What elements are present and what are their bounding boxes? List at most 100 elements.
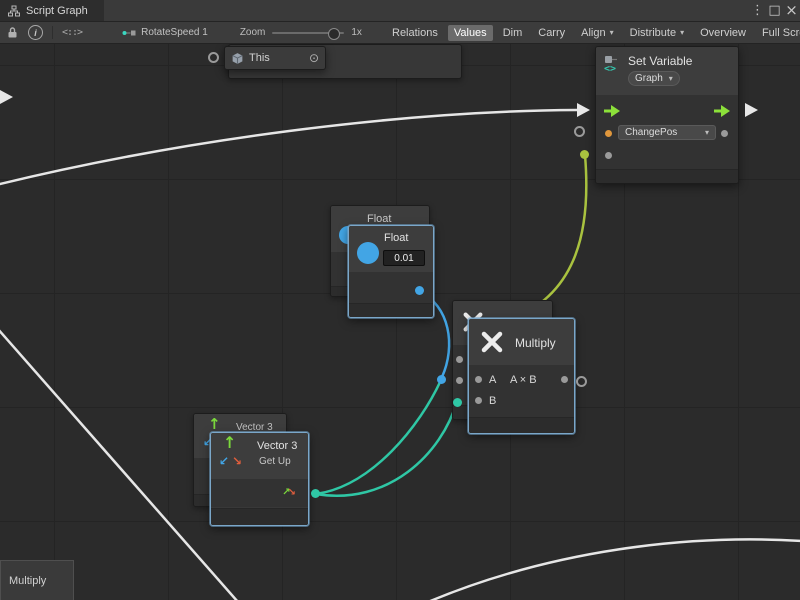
vector3-get-up-node[interactable]: ↑ ↙ ↘ Vector 3 Get Up ↗↘	[210, 432, 309, 526]
frame-selection-icon[interactable]: <::>	[62, 27, 82, 38]
multiply-row-a: A A × B	[469, 369, 574, 390]
set-variable-footer	[596, 169, 738, 183]
float-title: Float	[384, 232, 408, 244]
multiply-a-port-dot[interactable]	[475, 376, 482, 383]
multiply-b-port-dot[interactable]	[475, 397, 482, 404]
values-button[interactable]: Values	[448, 25, 493, 41]
relations-button[interactable]: Relations	[386, 25, 444, 41]
set-variable-input-port-empty[interactable]	[574, 126, 585, 137]
dropdown-arrow-icon: ▾	[610, 29, 614, 37]
zoom-level: 1x	[351, 27, 362, 38]
vector3-header: ↑ ↙ ↘ Vector 3 Get Up	[211, 433, 308, 480]
up-arrow-icon: ↑	[223, 435, 236, 451]
wire-control-flow-in[interactable]	[0, 110, 577, 185]
toolbar-separator	[52, 26, 53, 39]
graph-canvas[interactable]: This ⊙ <> Set Variable Graph ▾	[0, 44, 800, 600]
wire-endpoint-blue[interactable]	[437, 375, 446, 384]
distribute-button[interactable]: Distribute▾	[624, 25, 690, 41]
flow-arrow-out-set-variable	[745, 103, 758, 117]
flow-arrow-left-edge	[0, 90, 13, 104]
tab-script-graph[interactable]: Script Graph	[0, 0, 104, 21]
wire-multiply-to-setvariable[interactable]	[510, 155, 586, 320]
zoom-label: Zoom	[240, 27, 266, 38]
multiply-result-port-dot[interactable]	[561, 376, 568, 383]
toolbar-buttons: Relations Values Dim Carry Align▾ Distri…	[386, 22, 800, 43]
svg-text:<>: <>	[604, 64, 616, 74]
overview-button[interactable]: Overview	[694, 25, 752, 41]
vector3-subtitle: Get Up	[259, 456, 291, 467]
vector3-mini-icon: ↗↘	[282, 486, 296, 498]
multiply-node[interactable]: Multiply A A × B B	[468, 318, 575, 434]
flow-arrow-into-set-variable	[577, 103, 590, 117]
multiply-ghost-port-2[interactable]	[456, 377, 463, 384]
float-header: Float	[349, 226, 433, 273]
set-variable-node[interactable]: <> Set Variable Graph ▾	[595, 46, 739, 184]
vector3-output-port[interactable]	[311, 489, 320, 498]
multiply-a-label: A	[489, 374, 503, 386]
script-graph-icon	[8, 5, 20, 17]
dropdown-arrow-icon: ▾	[680, 29, 684, 37]
wire-white-bottom[interactable]	[428, 539, 800, 600]
set-variable-body: ChangePos ▾	[596, 95, 738, 174]
target-picker-icon[interactable]: ⊙	[309, 52, 319, 64]
gameobject-cube-icon	[231, 52, 244, 65]
maximize-icon[interactable]: □	[766, 4, 783, 17]
set-variable-flow-row	[596, 100, 738, 122]
wire-vector3-to-multiply-a[interactable]	[316, 380, 441, 494]
variable-port-dot[interactable]	[605, 130, 612, 137]
graph-breadcrumb[interactable]: RotateSpeed 1	[122, 27, 208, 38]
multiply-header: Multiply	[469, 319, 574, 366]
variable-out-port-dot[interactable]	[721, 130, 728, 137]
this-node-title: This	[249, 52, 270, 64]
set-variable-icon: <>	[603, 55, 621, 73]
down-left-arrow-icon: ↙	[219, 455, 229, 467]
variable-name-dropdown[interactable]: ChangePos ▾	[618, 125, 716, 140]
fullscreen-button[interactable]: Full Screen	[756, 25, 800, 41]
float-node[interactable]: Float	[348, 225, 434, 318]
vector3-footer	[211, 508, 308, 525]
value-port-dot[interactable]	[605, 152, 612, 159]
menu-icon[interactable]: ⋮	[749, 4, 766, 17]
multiply-b-label: B	[489, 395, 496, 407]
multiply-output-port-empty[interactable]	[576, 376, 587, 387]
float-value-input[interactable]	[383, 250, 425, 266]
set-variable-name-row: ChangePos ▾	[596, 122, 738, 144]
up-arrow-icon: ↑	[208, 417, 221, 432]
float-ghost-title: Float	[367, 213, 391, 225]
vector3-body: ↗↘	[211, 479, 308, 507]
carry-button[interactable]: Carry	[532, 25, 571, 41]
float-output-port[interactable]	[415, 286, 424, 295]
zoom-slider[interactable]	[272, 32, 344, 34]
variable-kind-dropdown[interactable]: Graph ▾	[628, 71, 680, 86]
multiply-footer	[469, 417, 574, 433]
graph-mini-icon	[122, 28, 136, 38]
float-footer	[349, 303, 433, 317]
set-variable-header: <> Set Variable Graph ▾	[596, 47, 738, 96]
close-icon[interactable]: ×	[783, 3, 800, 18]
align-button[interactable]: Align▾	[575, 25, 619, 41]
vector3-title: Vector 3	[257, 440, 297, 452]
wire-vector3-to-multiply-b[interactable]	[316, 401, 457, 496]
dropdown-arrow-icon: ▾	[705, 129, 709, 137]
corner-multiply-title: Multiply	[9, 575, 46, 587]
set-variable-value-port-connected[interactable]	[580, 150, 589, 159]
multiply-title: Multiply	[515, 336, 556, 350]
this-node-output-port[interactable]	[208, 52, 219, 63]
corner-multiply-node[interactable]: Multiply	[0, 560, 74, 600]
lock-icon[interactable]	[7, 26, 18, 39]
zoom-slider-knob[interactable]	[328, 28, 340, 40]
set-variable-title: Set Variable	[628, 54, 692, 68]
info-icon[interactable]: i	[28, 25, 43, 40]
graph-name-label: RotateSpeed 1	[141, 27, 208, 38]
multiply-result-label: A × B	[510, 374, 537, 386]
this-node[interactable]: This ⊙	[224, 46, 326, 70]
dim-button[interactable]: Dim	[497, 25, 529, 41]
zoom-control: Zoom 1x	[240, 27, 362, 38]
flow-in-port[interactable]	[604, 105, 620, 117]
set-variable-value-row	[596, 144, 738, 166]
multiply-row-b: B	[469, 390, 574, 411]
graph-toolbar: i <::> RotateSpeed 1 Zoom 1x Relations V…	[0, 22, 800, 44]
multiply-ghost-port-1[interactable]	[456, 356, 463, 363]
flow-out-port[interactable]	[714, 105, 730, 117]
wire-endpoint-teal[interactable]	[453, 398, 462, 407]
